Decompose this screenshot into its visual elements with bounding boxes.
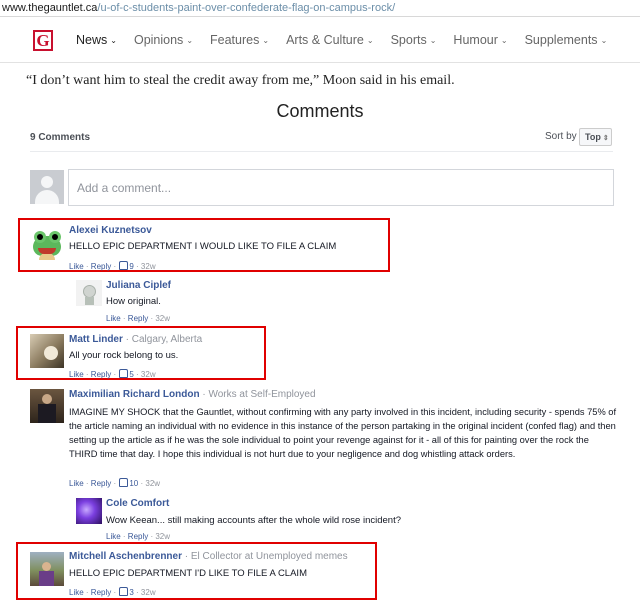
comment-text: HELLO EPIC DEPARTMENT I WOULD LIKE TO FI… — [69, 241, 337, 252]
nav-item-news[interactable]: News ⌄ — [76, 33, 117, 47]
nav-item-label: Arts & Culture — [286, 33, 364, 47]
address-bar[interactable]: www.thegauntlet.ca/u-of-c-students-paint… — [0, 0, 640, 17]
commenter-name[interactable]: Maximilian Richard London · Works at Sel… — [69, 389, 316, 400]
reply-link[interactable]: Reply — [128, 314, 148, 323]
comment-actions: Like · Reply · 5 · 32w — [69, 369, 156, 379]
reply-link[interactable]: Reply — [91, 262, 111, 271]
comments-title: Comments — [276, 101, 364, 121]
nav-item-label: News — [76, 33, 108, 47]
avatar[interactable] — [30, 552, 64, 586]
like-link[interactable]: Like — [106, 532, 121, 541]
comment-age[interactable]: 32w — [155, 532, 170, 541]
comment-age[interactable]: 32w — [141, 588, 156, 597]
comment-text: HELLO EPIC DEPARTMENT I'D LIKE TO FILE A… — [69, 568, 307, 579]
nav-item-label: Features — [210, 33, 260, 47]
comment-age[interactable]: 32w — [141, 262, 156, 271]
comment-text: Wow Keean... still making accounts after… — [106, 515, 402, 526]
avatar[interactable] — [76, 498, 102, 524]
chevron-down-icon: ⌄ — [600, 36, 608, 45]
comment-age[interactable]: 32w — [145, 479, 160, 488]
nav-item-label: Humour — [453, 33, 498, 47]
thumbs-up-icon — [119, 587, 129, 596]
url-path: /u-of-c-students-paint-over-confederate-… — [97, 2, 396, 14]
reply-link[interactable]: Reply — [91, 370, 111, 379]
nav-item-humour[interactable]: Humour ⌄ — [453, 33, 507, 47]
site-logo[interactable]: G — [33, 30, 53, 51]
comment-actions: Like · Reply · 32w — [106, 314, 171, 323]
comment-age[interactable]: 32w — [141, 370, 156, 379]
default-avatar — [30, 170, 64, 204]
commenter-name[interactable]: Alexei Kuznetsov — [69, 225, 152, 236]
comment-age[interactable]: 32w — [155, 314, 170, 323]
chevron-down-icon: ⌄ — [186, 36, 194, 45]
nav-item-label: Supplements — [524, 33, 598, 47]
thumbs-up-icon — [119, 261, 129, 270]
nav-menu: News ⌄ Opinions ⌄ Features ⌄ Arts & Culture… — [76, 33, 624, 47]
comment-text: All your rock belong to us. — [69, 350, 179, 361]
chevron-down-icon: ⌄ — [262, 36, 270, 45]
comment-actions: Like · Reply · 9 · 32w — [69, 261, 156, 271]
chevron-down-icon: ⌄ — [366, 36, 374, 45]
nav-item-supplements[interactable]: Supplements ⌄ — [525, 33, 608, 47]
sort-select[interactable]: Top ⇕ — [579, 128, 612, 146]
site-nav: G News ⌄ Opinions ⌄ Features ⌄ Arts & Cultu… — [0, 18, 640, 63]
commenter-name[interactable]: Matt Linder · Calgary, Alberta — [69, 334, 202, 345]
comment-actions: Like · Reply · 32w — [106, 532, 171, 541]
thumbs-up-icon — [119, 478, 129, 487]
sort-arrows-icon: ⇕ — [602, 135, 609, 142]
chevron-down-icon: ⌄ — [110, 36, 117, 45]
commenter-meta: · Calgary, Alberta — [122, 334, 203, 345]
commenter-name[interactable]: Juliana Ciplef — [106, 280, 171, 291]
url-domain: www.thegauntlet.ca — [2, 2, 98, 14]
chevron-down-icon: ⌄ — [429, 36, 437, 45]
like-link[interactable]: Like — [69, 588, 84, 597]
like-link[interactable]: Like — [69, 479, 84, 488]
reply-link[interactable]: Reply — [91, 588, 111, 597]
sort-value: Top — [585, 132, 601, 142]
avatar[interactable] — [76, 280, 102, 306]
like-link[interactable]: Like — [106, 314, 121, 323]
reply-link[interactable]: Reply — [128, 532, 148, 541]
add-comment-input[interactable] — [68, 169, 614, 206]
thumbs-up-icon — [119, 369, 129, 378]
nav-item-arts-culture[interactable]: Arts & Culture ⌄ — [286, 33, 374, 47]
commenter-name[interactable]: Cole Comfort — [106, 498, 169, 509]
comment-text: IMAGINE MY SHOCK that the Gauntlet, with… — [69, 407, 617, 459]
comment-actions: Like · Reply · 3 · 32w — [69, 587, 156, 597]
nav-item-sports[interactable]: Sports ⌄ — [391, 33, 437, 47]
like-count: 10 — [129, 479, 139, 488]
comment-text: How original. — [106, 296, 161, 307]
commenter-name[interactable]: Mitchell Aschenbrenner · El Collector at… — [69, 551, 348, 562]
like-link[interactable]: Like — [69, 370, 84, 379]
comment-actions: Like · Reply · 10 · 32w — [69, 478, 161, 488]
avatar[interactable] — [30, 334, 64, 368]
commenter-meta: · Works at Self-Employed — [199, 389, 316, 400]
chevron-down-icon: ⌄ — [500, 36, 508, 45]
avatar[interactable] — [30, 226, 64, 260]
avatar[interactable] — [30, 389, 64, 423]
reply-link[interactable]: Reply — [91, 479, 111, 488]
nav-item-label: Sports — [390, 33, 427, 47]
like-link[interactable]: Like — [69, 262, 84, 271]
nav-item-opinions[interactable]: Opinions ⌄ — [134, 33, 193, 47]
comment-count: 9 Comments — [30, 132, 91, 143]
divider — [30, 151, 613, 152]
commenter-meta: · El Collector at Unemployed memes — [182, 551, 348, 562]
nav-item-label: Opinions — [133, 33, 184, 47]
sort-label: Sort by — [545, 131, 577, 142]
nav-item-features[interactable]: Features ⌄ — [210, 33, 269, 47]
article-quote: “I don’t want him to steal the credit aw… — [26, 73, 455, 88]
